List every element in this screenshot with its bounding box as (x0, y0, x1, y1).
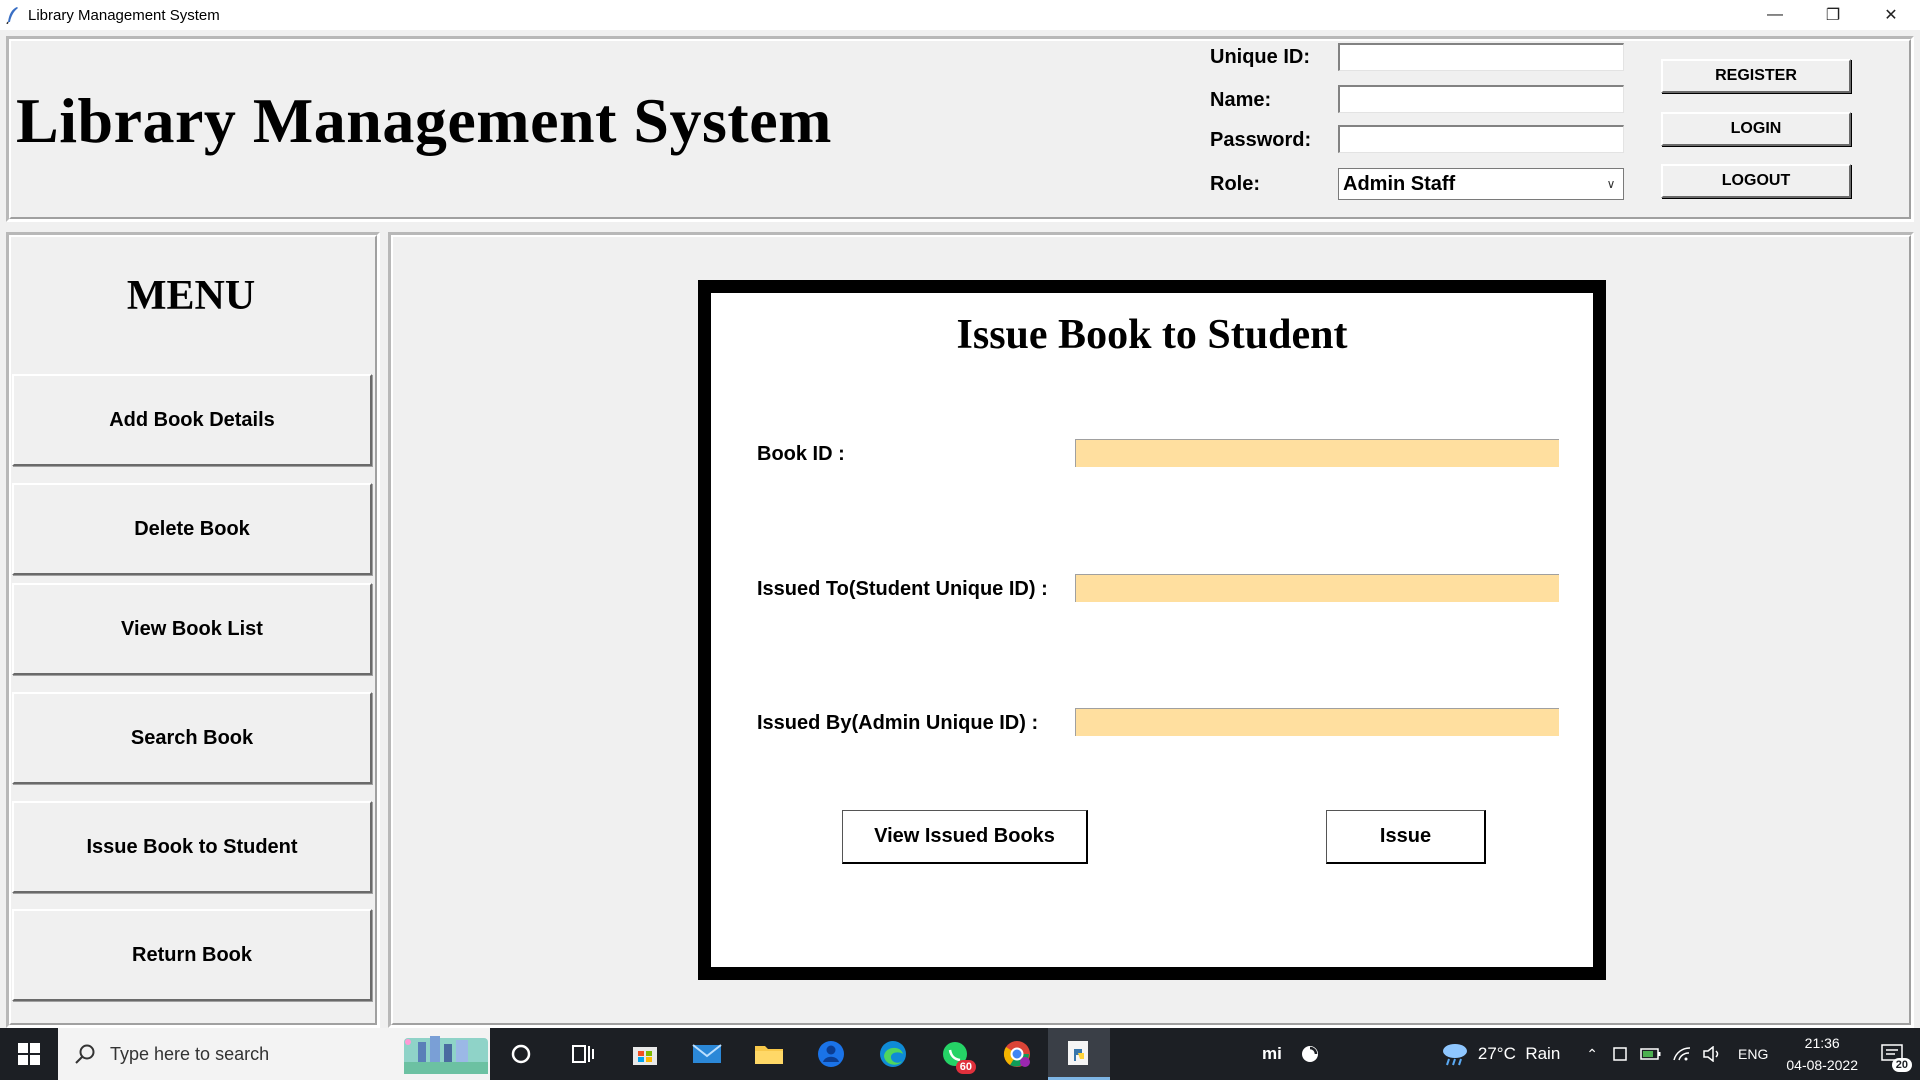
weather-text[interactable]: 27°C Rain (1478, 1044, 1560, 1064)
issued-by-input[interactable] (1075, 708, 1559, 736)
search-book-button[interactable]: Search Book (12, 692, 372, 784)
menu-title: MENU (126, 273, 256, 319)
view-issued-books-button[interactable]: View Issued Books (842, 810, 1088, 864)
password-input[interactable] (1338, 125, 1624, 153)
mail-icon[interactable] (676, 1028, 738, 1080)
issued-to-label: Issued To(Student Unique ID) : (757, 578, 1048, 600)
mi-app-label[interactable]: mi (1262, 1044, 1282, 1064)
return-book-button[interactable]: Return Book (12, 909, 372, 1001)
feather-app-icon (6, 7, 18, 24)
notification-center-icon[interactable]: 20 (1872, 1028, 1912, 1080)
notification-count-badge: 20 (1891, 1058, 1912, 1072)
weather-rain-icon[interactable] (1440, 1041, 1470, 1067)
file-explorer-icon[interactable] (738, 1028, 800, 1080)
name-label: Name: (1210, 89, 1272, 111)
unique-id-label: Unique ID: (1210, 46, 1310, 68)
sync-icon[interactable] (1300, 1044, 1320, 1064)
restore-button[interactable]: ❐ (1804, 0, 1862, 30)
window-title: Library Management System (28, 6, 220, 24)
panel-title: Issue Book to Student (956, 312, 1348, 358)
task-view-icon[interactable] (552, 1028, 614, 1080)
search-highlight-icon (404, 1036, 488, 1074)
book-id-input[interactable] (1075, 439, 1559, 467)
add-book-details-button[interactable]: Add Book Details (12, 374, 372, 466)
issue-button[interactable]: Issue (1326, 810, 1486, 864)
whatsapp-icon[interactable]: 60 (924, 1028, 986, 1080)
role-label: Role: (1210, 173, 1260, 195)
view-book-list-button[interactable]: View Book List (12, 583, 372, 675)
battery-icon[interactable] (1640, 1047, 1662, 1061)
clock-time: 21:36 (1804, 1035, 1840, 1051)
issued-to-input[interactable] (1075, 574, 1559, 602)
issue-book-to-student-button[interactable]: Issue Book to Student (12, 801, 372, 893)
edge-icon[interactable] (862, 1028, 924, 1080)
close-button[interactable]: ✕ (1862, 0, 1920, 30)
chevron-down-icon[interactable]: ∨ (1599, 177, 1623, 191)
window-titlebar: Library Management System — ❐ ✕ (0, 0, 1920, 30)
clock[interactable]: 21:36 04-08-2022 (1786, 1032, 1858, 1076)
wifi-icon[interactable] (1672, 1046, 1692, 1062)
delete-book-button[interactable]: Delete Book (12, 483, 372, 575)
person-app-icon[interactable] (800, 1028, 862, 1080)
register-button[interactable]: REGISTER (1661, 59, 1851, 93)
logout-button[interactable]: LOGOUT (1661, 164, 1851, 198)
taskbar-search-box[interactable]: Type here to search (58, 1028, 490, 1080)
volume-icon[interactable] (1702, 1046, 1722, 1062)
book-id-label: Book ID : (757, 443, 845, 465)
name-input[interactable] (1338, 85, 1624, 113)
password-label: Password: (1210, 129, 1312, 151)
role-selected-value: Admin Staff (1343, 172, 1456, 195)
chrome-icon[interactable] (986, 1028, 1048, 1080)
taskbar: Type here to search 60 mi 27°C Rain ⌃ EN… (0, 1028, 1920, 1080)
search-placeholder: Type here to search (110, 1043, 270, 1064)
role-select[interactable]: Admin Staff ∨ (1338, 168, 1624, 200)
whatsapp-unread-badge: 60 (955, 1060, 976, 1074)
store-icon[interactable] (614, 1028, 676, 1080)
python-idle-icon[interactable] (1048, 1028, 1110, 1080)
issued-by-label: Issued By(Admin Unique ID) : (757, 712, 1039, 734)
issue-book-panel: Issue Book to Student Book ID : Issued T… (698, 280, 1606, 980)
minimize-button[interactable]: — (1746, 0, 1804, 30)
unique-id-input[interactable] (1338, 43, 1624, 71)
login-button[interactable]: LOGIN (1661, 112, 1851, 146)
search-icon (75, 1044, 95, 1064)
meet-now-icon[interactable] (1612, 1046, 1630, 1062)
windows-start-icon[interactable] (0, 1028, 58, 1080)
app-title: Library Management System (16, 85, 832, 156)
chevron-up-icon[interactable]: ⌃ (1586, 1046, 1598, 1063)
cortana-icon[interactable] (490, 1028, 552, 1080)
language-indicator[interactable]: ENG (1738, 1046, 1768, 1062)
clock-date: 04-08-2022 (1786, 1057, 1858, 1073)
